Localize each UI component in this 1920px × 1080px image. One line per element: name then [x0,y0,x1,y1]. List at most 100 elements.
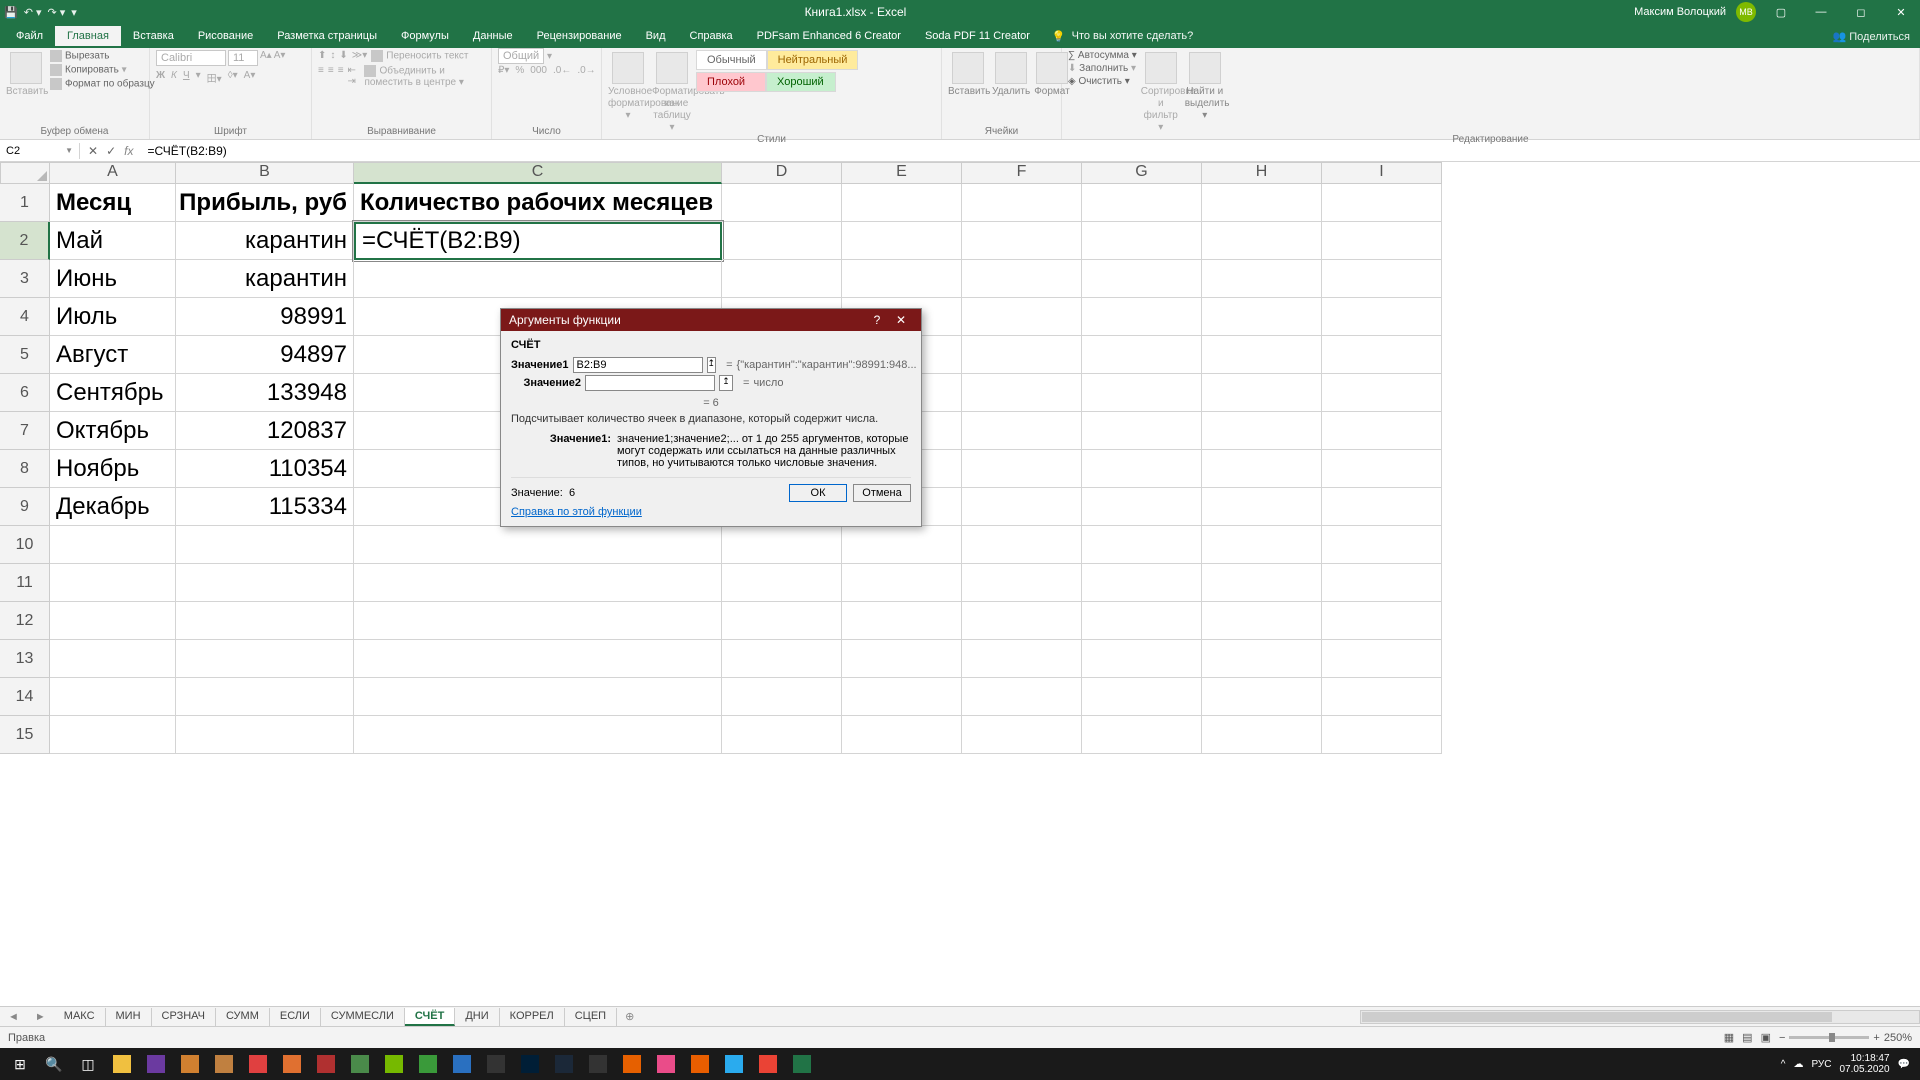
tab-file[interactable]: Файл [4,26,55,46]
chrome-icon[interactable] [752,1050,784,1078]
tab-pdf2[interactable]: Soda PDF 11 Creator [913,26,1042,46]
cell-I3[interactable] [1322,260,1442,298]
cell-G13[interactable] [1082,640,1202,678]
tray-lang[interactable]: РУС [1811,1059,1831,1070]
view-break-icon[interactable]: ▣ [1761,1031,1771,1044]
sheet-tab-СУММЕСЛИ[interactable]: СУММЕСЛИ [321,1008,405,1026]
cell-E2[interactable] [842,222,962,260]
app-icon-12[interactable] [514,1050,546,1078]
cell-B7[interactable]: 120837 [176,412,354,450]
cell-H1[interactable] [1202,184,1322,222]
cell-I5[interactable] [1322,336,1442,374]
itunes-icon[interactable] [650,1050,682,1078]
app-icon-2[interactable] [174,1050,206,1078]
arg1-input[interactable] [573,357,703,373]
cell-B13[interactable] [176,640,354,678]
underline-button[interactable]: Ч [183,70,190,85]
app-icon-5[interactable] [276,1050,308,1078]
cell-I7[interactable] [1322,412,1442,450]
fill-button[interactable]: ⬇ Заполнить ▾ [1068,63,1137,74]
delete-cells-button[interactable]: Удалить [992,50,1030,98]
help-link[interactable]: Справка по этой функции [511,506,642,518]
style-good[interactable]: Хороший [766,72,836,92]
app-icon-6[interactable] [310,1050,342,1078]
minimize-icon[interactable]: — [1806,6,1836,18]
cell-I6[interactable] [1322,374,1442,412]
row-13[interactable]: 13 [0,640,50,678]
cell-G4[interactable] [1082,298,1202,336]
sheet-nav-next-icon[interactable]: ► [27,1011,54,1023]
sheet-tab-СЦЕП[interactable]: СЦЕП [565,1008,617,1026]
inc-dec-icon[interactable]: .0← [553,65,571,76]
cell-F5[interactable] [962,336,1082,374]
cell-I15[interactable] [1322,716,1442,754]
cell-I14[interactable] [1322,678,1442,716]
tell-me[interactable]: 💡Что вы хотите сделать? [1052,30,1193,43]
copy-button[interactable]: Копировать ▾ [50,64,155,76]
row-8[interactable]: 8 [0,450,50,488]
cell-B2[interactable]: карантин [176,222,354,260]
cell-F12[interactable] [962,602,1082,640]
tray-notifications-icon[interactable]: 💬 [1898,1059,1910,1070]
col-D[interactable]: D [722,162,842,184]
font-size[interactable]: 11 [228,50,258,66]
row-11[interactable]: 11 [0,564,50,602]
cell-D12[interactable] [722,602,842,640]
cell-F2[interactable] [962,222,1082,260]
start-icon[interactable]: ⊞ [4,1050,36,1078]
app-icon-8[interactable] [378,1050,410,1078]
cell-G5[interactable] [1082,336,1202,374]
fx-icon[interactable]: fx [124,144,133,158]
align-center-icon[interactable]: ≡ [328,65,334,88]
cell-C11[interactable] [354,564,722,602]
col-E[interactable]: E [842,162,962,184]
cell-F1[interactable] [962,184,1082,222]
row-1[interactable]: 1 [0,184,50,222]
cell-A7[interactable]: Октябрь [50,412,176,450]
tab-draw[interactable]: Рисование [186,26,265,46]
cell-B14[interactable] [176,678,354,716]
cell-H15[interactable] [1202,716,1322,754]
cell-A12[interactable] [50,602,176,640]
cell-G10[interactable] [1082,526,1202,564]
cell-G6[interactable] [1082,374,1202,412]
row-10[interactable]: 10 [0,526,50,564]
align-right-icon[interactable]: ≡ [338,65,344,88]
save-icon[interactable]: 💾 [4,6,18,19]
table-format-button[interactable]: Форматировать как таблицу ▾ [652,50,692,134]
cell-F15[interactable] [962,716,1082,754]
app-icon-13[interactable] [582,1050,614,1078]
formula-input[interactable]: =СЧЁТ(B2:B9) [141,142,1920,160]
cell-C12[interactable] [354,602,722,640]
cell-H9[interactable] [1202,488,1322,526]
shrink-font-icon[interactable]: A▾ [274,50,286,66]
cell-F6[interactable] [962,374,1082,412]
cell-E15[interactable] [842,716,962,754]
cell-B8[interactable]: 110354 [176,450,354,488]
cell-H12[interactable] [1202,602,1322,640]
cell-I13[interactable] [1322,640,1442,678]
autosum-button[interactable]: ∑ Автосумма ▾ [1068,50,1137,61]
cell-A3[interactable]: Июнь [50,260,176,298]
app-icon-1[interactable] [140,1050,172,1078]
sort-filter-button[interactable]: Сортировка и фильтр ▾ [1141,50,1181,134]
select-all-corner[interactable] [0,162,50,184]
cell-G14[interactable] [1082,678,1202,716]
search-icon[interactable]: 🔍 [38,1050,70,1078]
cell-E3[interactable] [842,260,962,298]
sheet-tab-СЧЁТ[interactable]: СЧЁТ [405,1008,455,1026]
tab-home[interactable]: Главная [55,26,121,46]
dec-dec-icon[interactable]: .0→ [577,65,595,76]
cell-C14[interactable] [354,678,722,716]
cell-D2[interactable] [722,222,842,260]
cell-A6[interactable]: Сентябрь [50,374,176,412]
add-sheet-icon[interactable]: ⊕ [617,1010,642,1023]
tab-help[interactable]: Справка [678,26,745,46]
cell-F7[interactable] [962,412,1082,450]
cell-A13[interactable] [50,640,176,678]
cell-C3[interactable] [354,260,722,298]
sheet-tab-МИН[interactable]: МИН [106,1008,152,1026]
cell-B11[interactable] [176,564,354,602]
cell-G1[interactable] [1082,184,1202,222]
align-bot-icon[interactable]: ⬇ [339,50,347,62]
